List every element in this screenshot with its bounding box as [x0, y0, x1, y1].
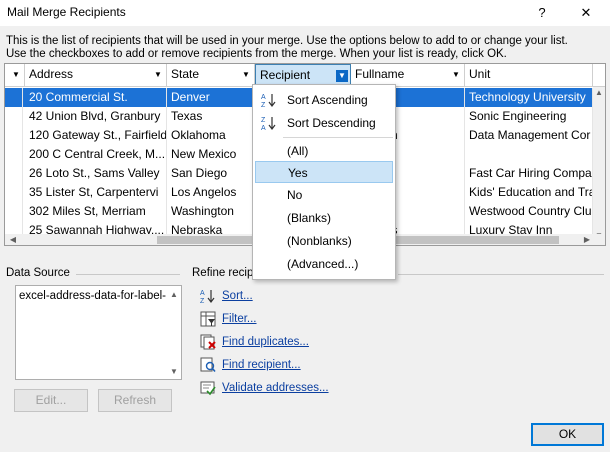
column-header-address[interactable]: Address ▼ — [25, 64, 167, 86]
menu-item-blanks[interactable]: (Blanks) — [255, 207, 393, 229]
column-header-label: Recipient — [260, 68, 311, 82]
ok-button[interactable]: OK — [531, 423, 604, 446]
menu-separator — [283, 137, 393, 138]
data-source-label: Data Source — [6, 267, 70, 279]
table-cell-unit: Data Management Cor — [465, 126, 593, 145]
data-source-item[interactable]: excel-address-data-for-label- — [19, 290, 166, 302]
sort-link[interactable]: Sort... — [222, 290, 253, 302]
chevron-down-icon[interactable]: ▼ — [10, 69, 22, 81]
menu-item-all[interactable]: (All) — [255, 140, 393, 162]
divider — [398, 274, 604, 275]
menu-item-no[interactable]: No — [255, 184, 393, 206]
menu-item-yes[interactable]: Yes — [255, 161, 393, 183]
table-cell-state: San Diego — [167, 164, 255, 183]
row-checkbox[interactable] — [5, 164, 23, 183]
find-duplicates-icon — [200, 334, 216, 350]
refine-label: Refine recip — [192, 267, 254, 279]
row-checkbox[interactable] — [5, 107, 23, 126]
sort-ascending-icon: AZ — [261, 92, 277, 109]
scroll-up-icon[interactable]: ▲ — [593, 87, 605, 99]
table-cell-address: 200 C Central Creek, M... — [25, 145, 167, 164]
chevron-down-icon[interactable]: ▼ — [336, 70, 348, 82]
menu-item-label: Sort Descending — [287, 116, 376, 130]
table-cell-state: Denver — [167, 88, 255, 107]
column-header-label: Address — [29, 67, 74, 81]
menu-item-label: Sort Ascending — [287, 93, 368, 107]
table-cell-state: Los Angelos — [167, 183, 255, 202]
menu-item-advanced[interactable]: (Advanced...) — [255, 253, 393, 275]
edit-button[interactable]: Edit... — [14, 389, 88, 412]
table-cell-unit: Technology University — [465, 88, 593, 107]
sort-descending-icon: ZA — [261, 115, 277, 132]
sort-icon: AZ — [200, 288, 216, 305]
table-cell-unit: Sonic Engineering — [465, 107, 593, 126]
table-cell-state: Washington — [167, 202, 255, 221]
table-cell-state: New Mexico — [167, 145, 255, 164]
row-checkbox[interactable] — [5, 88, 23, 107]
find-recipient-link[interactable]: Find recipient... — [222, 359, 301, 371]
window-title: Mail Merge Recipients — [7, 5, 126, 19]
data-source-list[interactable]: excel-address-data-for-label- ▲ ▼ — [15, 285, 182, 380]
scroll-right-icon[interactable]: ▶ — [581, 234, 593, 245]
vertical-scrollbar[interactable]: ▲ ▼ — [593, 87, 605, 245]
chevron-down-icon[interactable]: ▼ — [152, 69, 164, 81]
find-duplicates-link[interactable]: Find duplicates... — [222, 336, 309, 348]
chevron-down-icon[interactable]: ▼ — [450, 69, 462, 81]
scroll-down-icon[interactable]: ▼ — [168, 366, 180, 378]
menu-item-nonblanks[interactable]: (Nonblanks) — [255, 230, 393, 252]
menu-item-sort-ascending[interactable]: AZ Sort Ascending — [255, 89, 393, 111]
table-cell-address: 42 Union Blvd, Granbury — [25, 107, 167, 126]
table-cell-address: 120 Gateway St., Fairfield — [25, 126, 167, 145]
row-checkbox[interactable] — [5, 145, 23, 164]
column-header-fullname[interactable]: Fullname ▼ — [351, 64, 465, 86]
row-checkbox[interactable] — [5, 202, 23, 221]
menu-item-sort-descending[interactable]: ZA Sort Descending — [255, 112, 393, 134]
column-header-state[interactable]: State ▼ — [167, 64, 255, 86]
chevron-down-icon[interactable]: ▼ — [240, 69, 252, 81]
svg-text:Z: Z — [261, 117, 266, 124]
recipient-filter-menu: AZ Sort Ascending ZA Sort Descending (Al… — [252, 84, 396, 280]
divider — [76, 274, 180, 275]
validate-addresses-link[interactable]: Validate addresses... — [222, 382, 329, 394]
column-header-label: State — [171, 67, 200, 81]
find-recipient-icon — [200, 357, 216, 373]
svg-text:Z: Z — [200, 298, 205, 304]
intro-line-1: This is the list of recipients that will… — [6, 35, 568, 47]
filter-icon — [200, 311, 216, 327]
column-header-unit[interactable]: Unit — [465, 64, 593, 86]
scroll-up-icon[interactable]: ▲ — [168, 289, 180, 301]
column-header-checkbox[interactable]: ▼ — [5, 64, 25, 86]
intro-line-2: Use the checkboxes to add or remove reci… — [6, 48, 507, 60]
row-checkbox[interactable] — [5, 183, 23, 202]
table-cell-state: Texas — [167, 107, 255, 126]
svg-text:A: A — [261, 94, 266, 101]
svg-text:A: A — [261, 125, 266, 131]
svg-text:A: A — [200, 290, 205, 297]
table-cell-address: 20 Commercial St. — [25, 88, 167, 107]
table-cell-unit — [465, 145, 593, 164]
column-header-label: Unit — [469, 67, 491, 81]
column-header-recipient[interactable]: Recipient ▼ — [255, 64, 351, 86]
scroll-left-icon[interactable]: ◀ — [7, 234, 19, 245]
table-cell-address: 35 Lister St, Carpentervi — [25, 183, 167, 202]
table-cell-unit: Kids' Education and Tra — [465, 183, 593, 202]
close-button[interactable]: ✕ — [572, 2, 600, 24]
refresh-button[interactable]: Refresh — [98, 389, 172, 412]
filter-link[interactable]: Filter... — [222, 313, 257, 325]
column-header-label: Fullname — [355, 67, 405, 81]
table-cell-address: 302 Miles St, Merriam — [25, 202, 167, 221]
svg-text:Z: Z — [261, 102, 266, 108]
table-cell-state: Oklahoma — [167, 126, 255, 145]
table-cell-unit: Westwood Country Clu — [465, 202, 593, 221]
validate-addresses-icon — [200, 380, 216, 396]
row-checkbox[interactable] — [5, 126, 23, 145]
table-cell-address: 26 Loto St., Sams Valley — [25, 164, 167, 183]
help-button[interactable]: ? — [528, 2, 556, 24]
table-cell-unit: Fast Car Hiring Compa — [465, 164, 593, 183]
